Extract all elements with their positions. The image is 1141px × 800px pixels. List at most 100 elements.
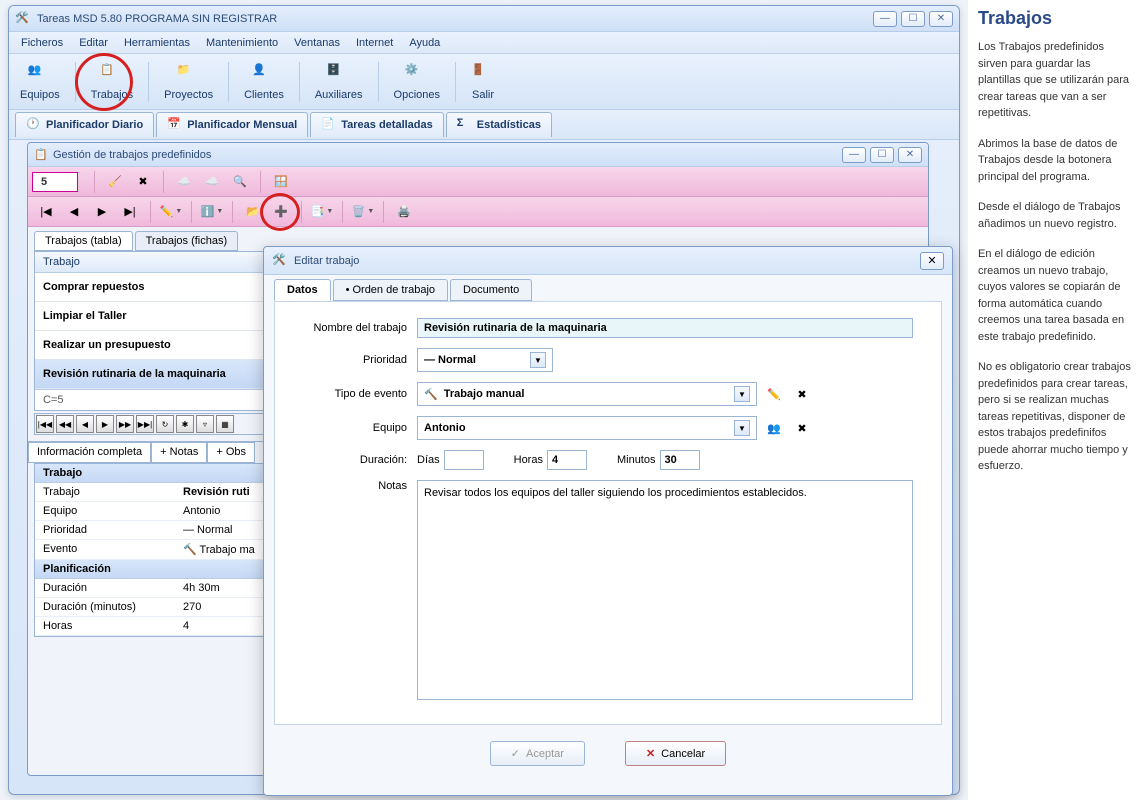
tab-estadisticas[interactable]: ΣEstadísticas xyxy=(446,112,552,137)
chevron-down-icon: ▼ xyxy=(734,386,750,402)
clear-tipo-button[interactable]: ✖ xyxy=(791,383,813,405)
dtab-documento[interactable]: Documento xyxy=(450,279,532,301)
print-icon[interactable]: 🖨️ xyxy=(393,201,415,223)
clear-filter-icon[interactable]: 🧹 xyxy=(104,171,126,193)
tipo-evento-select[interactable]: 🔨 Trabajo manual ▼ xyxy=(417,382,757,406)
dtab-info-completa[interactable]: Información completa xyxy=(28,442,151,463)
tab-planificador-mensual[interactable]: 📅Planificador Mensual xyxy=(156,112,308,137)
info-icon[interactable]: ℹ️▼ xyxy=(201,201,223,223)
first-record-icon[interactable]: |◀ xyxy=(35,201,57,223)
dtab-obs[interactable]: + Obs xyxy=(207,442,255,463)
record-count-field[interactable] xyxy=(32,172,78,192)
nombre-input[interactable] xyxy=(417,318,913,338)
new-folder-icon[interactable]: 📂 xyxy=(242,201,264,223)
horas-input[interactable] xyxy=(547,450,587,470)
chevron-down-icon: ▼ xyxy=(530,352,546,368)
dtab-notas[interactable]: + Notas xyxy=(151,442,207,463)
edit-icon[interactable]: ✏️▼ xyxy=(160,201,182,223)
main-title: Tareas MSD 5.80 PROGRAMA SIN REGISTRAR xyxy=(37,13,873,25)
dialog-title: Editar trabajo xyxy=(294,255,920,267)
hammer-icon: 🔨 xyxy=(424,388,438,401)
child-minimize-button[interactable]: — xyxy=(842,147,866,163)
x-icon: ✕ xyxy=(646,747,655,760)
tab-trabajos-fichas[interactable]: Trabajos (fichas) xyxy=(135,231,239,251)
menu-editar[interactable]: Editar xyxy=(71,35,116,51)
minutos-input[interactable] xyxy=(660,450,700,470)
menu-internet[interactable]: Internet xyxy=(348,35,401,51)
dialog-titlebar: 🛠️ Editar trabajo ✕ xyxy=(264,247,952,275)
toolbar-clientes[interactable]: 👤Clientes xyxy=(233,56,295,108)
cancel-button[interactable]: ✕Cancelar xyxy=(625,741,726,766)
edit-tipo-button[interactable]: ✏️ xyxy=(763,383,785,405)
menu-herramientas[interactable]: Herramientas xyxy=(116,35,198,51)
tab-tareas-detalladas[interactable]: 📄Tareas detalladas xyxy=(310,112,444,137)
window-arrange-icon[interactable]: 🪟 xyxy=(270,171,292,193)
dias-input[interactable] xyxy=(444,450,484,470)
search-icon[interactable]: 🔍 xyxy=(229,171,251,193)
nav-first-icon[interactable]: |◀◀ xyxy=(36,415,54,433)
help-title: Trabajos xyxy=(978,8,1131,29)
check-icon: ✓ xyxy=(511,747,520,760)
nav-grid-icon[interactable]: ▦ xyxy=(216,415,234,433)
toolbar-salir[interactable]: 🚪Salir xyxy=(460,56,506,108)
close-button[interactable]: ✕ xyxy=(929,11,953,27)
nav-bookmark-icon[interactable]: ✱ xyxy=(176,415,194,433)
maximize-button[interactable]: ☐ xyxy=(901,11,925,27)
calendar-icon: 📅 xyxy=(167,117,183,133)
nav-next-page-icon[interactable]: ▶▶ xyxy=(116,415,134,433)
dtab-datos[interactable]: Datos xyxy=(274,279,331,301)
aux-icon: 🗄️ xyxy=(327,63,351,87)
add-record-icon[interactable]: ➕ xyxy=(270,201,292,223)
nav-filter-icon[interactable]: ▿ xyxy=(196,415,214,433)
tab-trabajos-tabla[interactable]: Trabajos (tabla) xyxy=(34,231,133,251)
tab-planificador-diario[interactable]: 🕐Planificador Diario xyxy=(15,112,154,137)
project-icon: 📁 xyxy=(177,63,201,87)
child-close-button[interactable]: ✕ xyxy=(898,147,922,163)
menu-ventanas[interactable]: Ventanas xyxy=(286,35,348,51)
prev-record-icon[interactable]: ◀ xyxy=(63,201,85,223)
edit-equipo-button[interactable]: 👥 xyxy=(763,417,785,439)
team-icon: 👥 xyxy=(28,63,52,87)
nav-refresh-icon[interactable]: ↻ xyxy=(156,415,174,433)
prioridad-select[interactable]: — Normal ▼ xyxy=(417,348,553,372)
tipo-label: Tipo de evento xyxy=(289,388,417,400)
menu-ayuda[interactable]: Ayuda xyxy=(401,35,448,51)
child-maximize-button[interactable]: ☐ xyxy=(870,147,894,163)
dialog-close-button[interactable]: ✕ xyxy=(920,252,944,270)
menu-ficheros[interactable]: Ficheros xyxy=(13,35,71,51)
record-toolbar: |◀ ◀ ▶ ▶| ✏️▼ ℹ️▼ 📂 ➕ 📑▼ 🗑️▼ 🖨️ xyxy=(28,197,928,227)
nav-prev-icon[interactable]: ◀ xyxy=(76,415,94,433)
last-record-icon[interactable]: ▶| xyxy=(119,201,141,223)
minimize-button[interactable]: — xyxy=(873,11,897,27)
toolbar-equipos[interactable]: 👥Equipos xyxy=(9,56,71,108)
main-titlebar: 🛠️ Tareas MSD 5.80 PROGRAMA SIN REGISTRA… xyxy=(9,6,959,32)
copy-icon[interactable]: 📑▼ xyxy=(311,201,333,223)
delete-record-icon[interactable]: 🗑️▼ xyxy=(352,201,374,223)
cloud2-icon[interactable]: ☁️ xyxy=(201,171,223,193)
dialog-icon: 🛠️ xyxy=(272,253,288,269)
nav-prev-page-icon[interactable]: ◀◀ xyxy=(56,415,74,433)
delete-filter-icon[interactable]: ✖ xyxy=(132,171,154,193)
duracion-label: Duración: xyxy=(289,454,417,466)
toolbar-proyectos[interactable]: 📁Proyectos xyxy=(153,56,224,108)
main-tabstrip: 🕐Planificador Diario 📅Planificador Mensu… xyxy=(9,110,959,140)
equipo-select[interactable]: Antonio ▼ xyxy=(417,416,757,440)
dtab-orden[interactable]: • Orden de trabajo xyxy=(333,279,448,301)
prioridad-label: Prioridad xyxy=(289,354,417,366)
nav-next-icon[interactable]: ▶ xyxy=(96,415,114,433)
toolbar-trabajos[interactable]: 📋Trabajos xyxy=(80,56,144,108)
accept-button[interactable]: ✓Aceptar xyxy=(490,741,585,766)
cloud-icon[interactable]: ☁️ xyxy=(173,171,195,193)
toolbar-auxiliares[interactable]: 🗄️Auxiliares xyxy=(304,56,374,108)
menu-mantenimiento[interactable]: Mantenimiento xyxy=(198,35,286,51)
next-record-icon[interactable]: ▶ xyxy=(91,201,113,223)
help-text: Los Trabajos predefinidos sirven para gu… xyxy=(978,39,1131,475)
clock-icon: 🕐 xyxy=(26,117,42,133)
window-icon: 📋 xyxy=(34,148,48,162)
toolbar-opciones[interactable]: ⚙️Opciones xyxy=(383,56,451,108)
dialog-buttons: ✓Aceptar ✕Cancelar xyxy=(264,735,952,772)
notas-textarea[interactable] xyxy=(417,480,913,700)
clear-equipo-button[interactable]: ✖ xyxy=(791,417,813,439)
filter-toolbar: 🧹 ✖ ☁️ ☁️ 🔍 🪟 xyxy=(28,167,928,197)
nav-last-icon[interactable]: ▶▶| xyxy=(136,415,154,433)
